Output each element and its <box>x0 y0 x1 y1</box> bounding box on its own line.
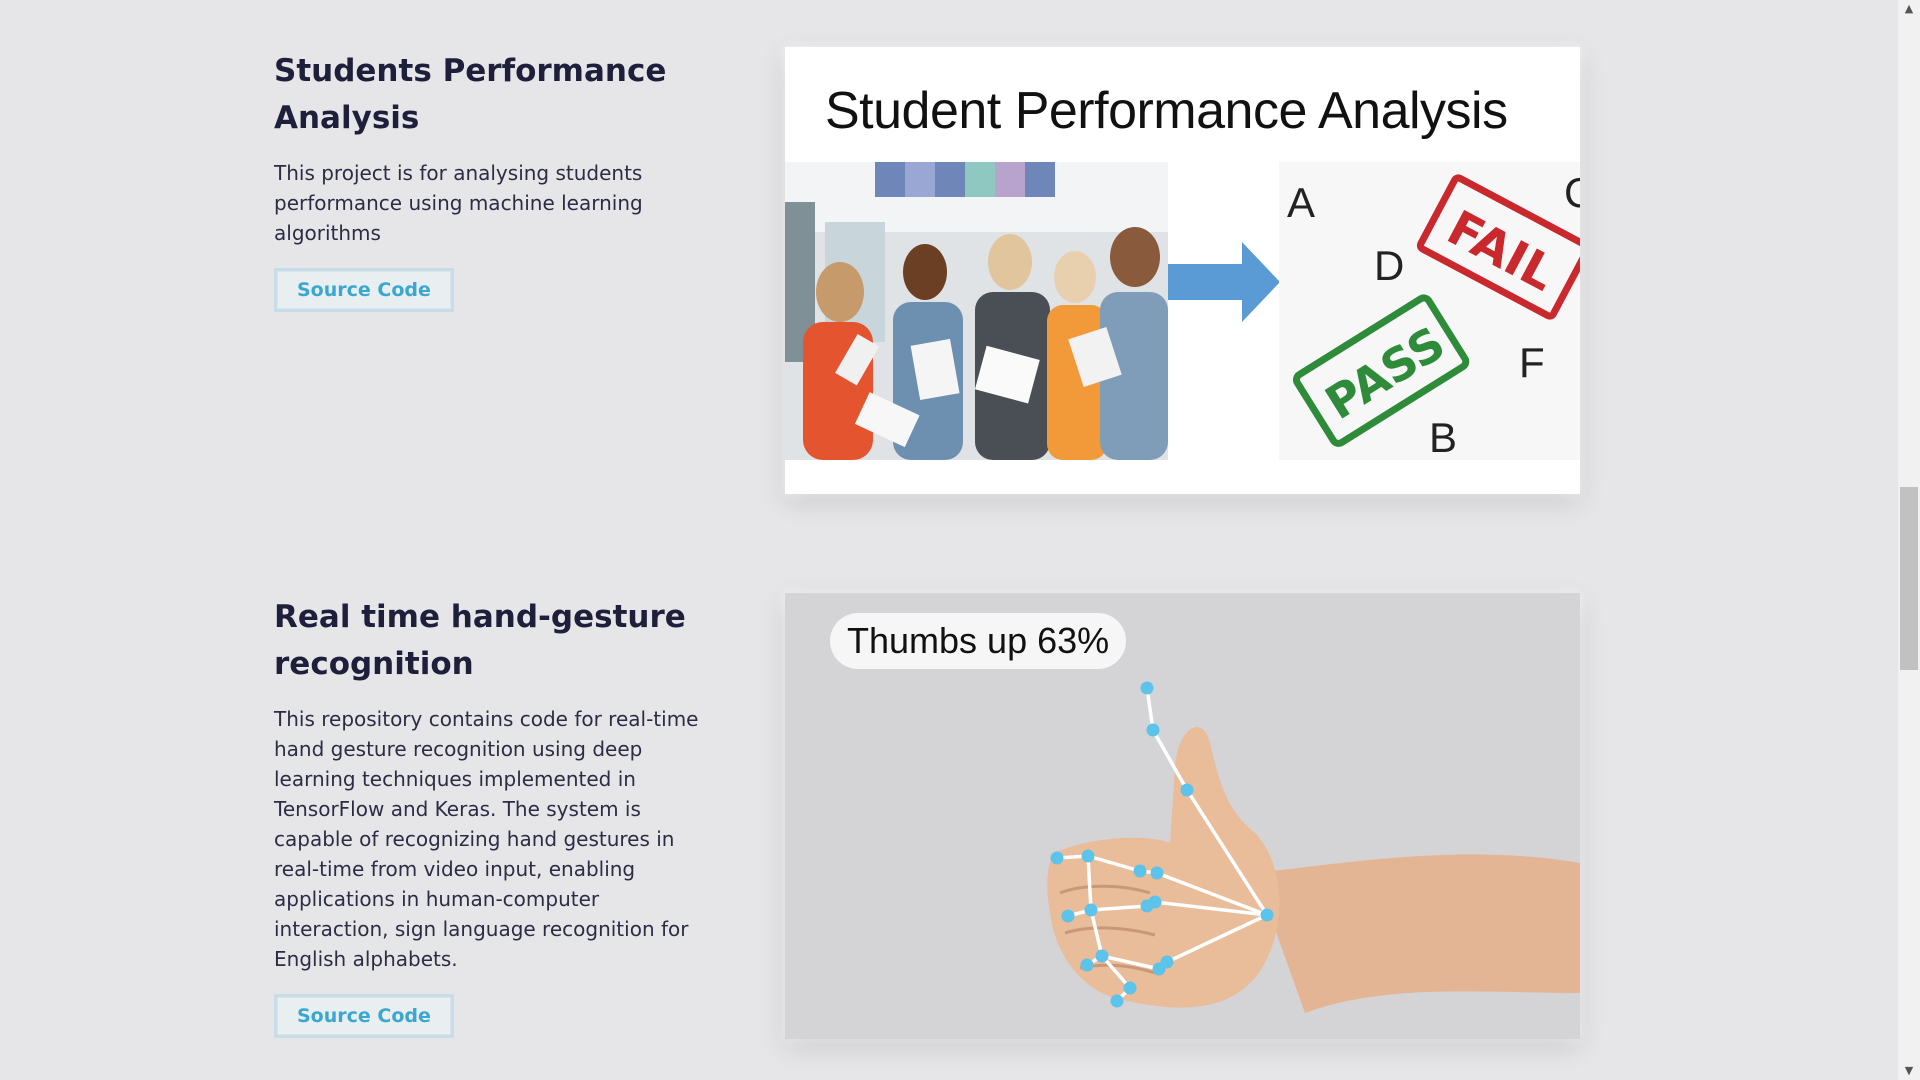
slide-title: Student Performance Analysis <box>825 82 1508 140</box>
grades-illustration: A C D F B FAIL PASS <box>1279 162 1580 460</box>
project-image-hand-gesture: Thumbs up 63% <box>785 593 1580 1039</box>
source-code-button[interactable]: Source Code <box>274 268 454 312</box>
students-photo <box>785 162 1168 460</box>
arrow-right-icon <box>1168 242 1280 322</box>
source-code-button[interactable]: Source Code <box>274 994 454 1038</box>
project-title: Students Performance Analysis <box>274 53 667 136</box>
project-info: Real time hand-gesture recognition This … <box>274 594 704 1038</box>
grade-f-text: F <box>1519 339 1545 386</box>
gesture-prediction-label: Thumbs up 63% <box>830 613 1127 669</box>
scrollbar-thumb[interactable] <box>1900 487 1918 670</box>
project-title: Real time hand-gesture recognition <box>274 599 686 682</box>
portfolio-projects-page: Students Performance Analysis This proje… <box>0 0 1920 1080</box>
project-student-performance: Students Performance Analysis This proje… <box>0 0 1898 560</box>
project-info: Students Performance Analysis This proje… <box>274 48 704 312</box>
project-description: This repository contains code for real-t… <box>274 707 699 971</box>
vertical-scrollbar[interactable]: ▲ ▼ <box>1898 0 1920 1080</box>
project-image-student-performance: Student Performance Analysis A C D F B F… <box>785 47 1580 494</box>
chevron-down-icon[interactable]: ▼ <box>1898 1062 1920 1080</box>
project-description: This project is for analysing students p… <box>274 161 643 245</box>
grade-c-text: C <box>1564 169 1580 216</box>
grade-a-text: A <box>1287 179 1315 226</box>
grade-d-text: D <box>1374 242 1404 289</box>
project-hand-gesture: Real time hand-gesture recognition This … <box>0 560 1898 1080</box>
chevron-up-icon[interactable]: ▲ <box>1898 0 1920 18</box>
grade-b-text: B <box>1429 414 1457 460</box>
